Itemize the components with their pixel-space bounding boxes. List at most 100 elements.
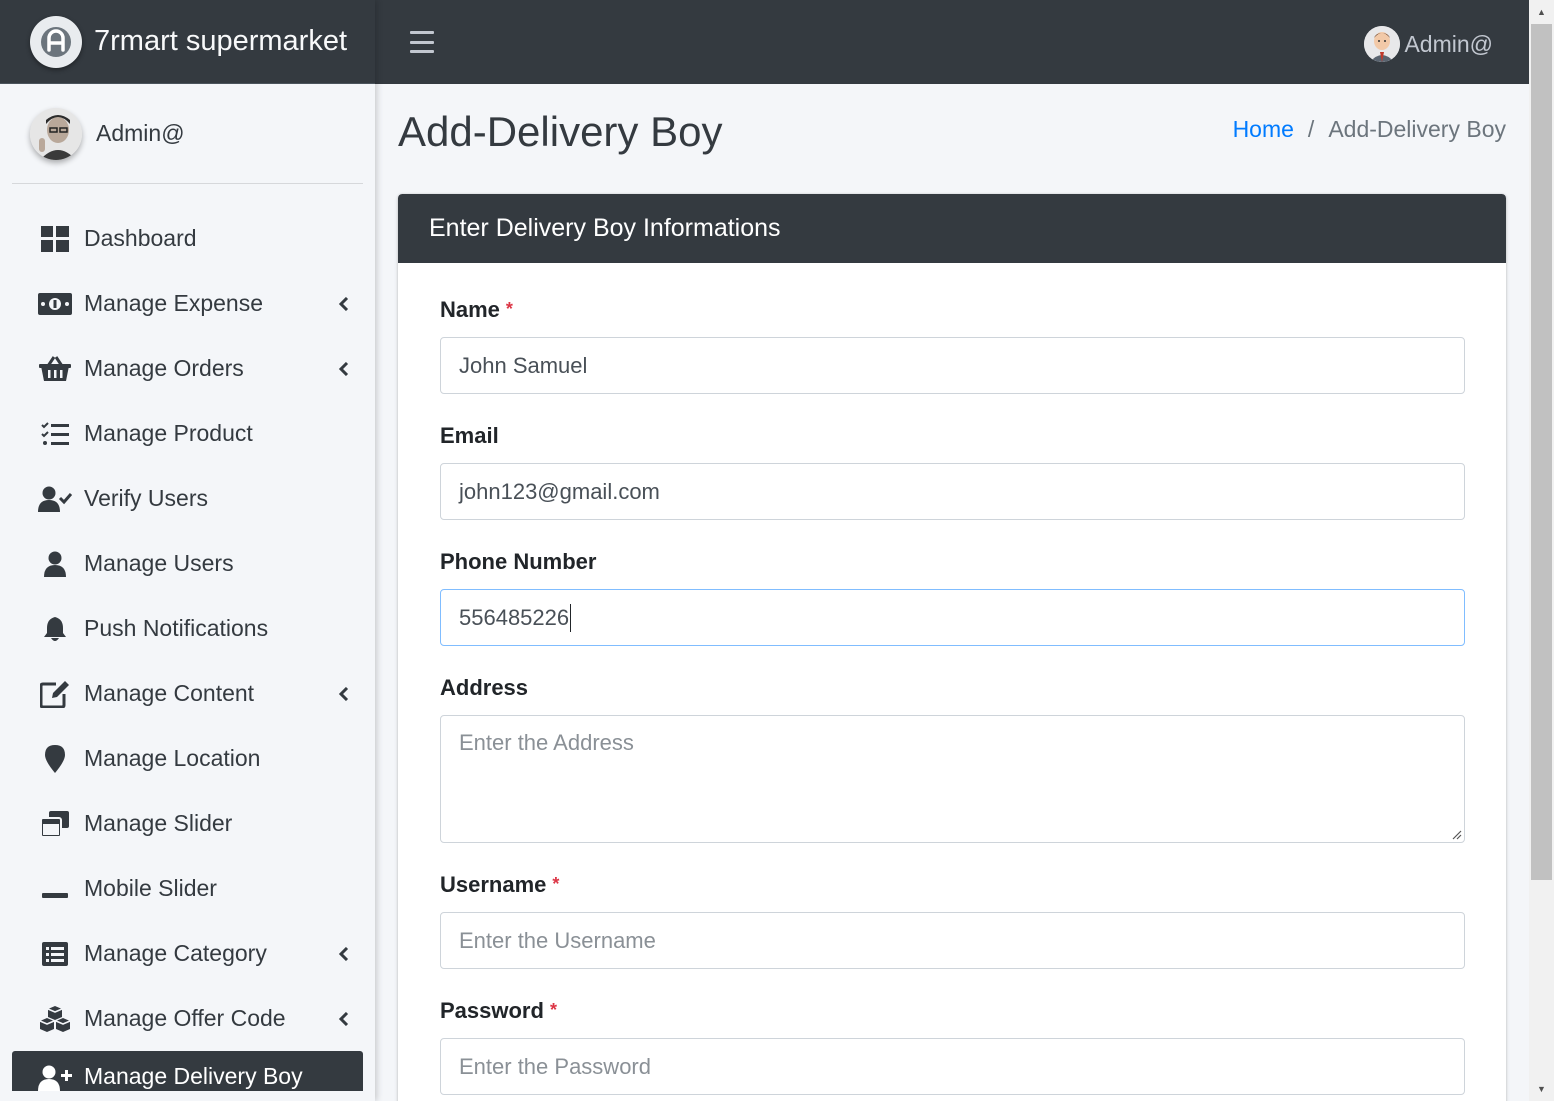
card-title: Enter Delivery Boy Informations	[398, 194, 1506, 263]
sidebar-item-mobile-slider[interactable]: Mobile Slider	[0, 856, 375, 921]
chevron-left-icon	[337, 361, 351, 376]
card-body: Name * John Samuel Email john123@gmail.co…	[398, 297, 1506, 1095]
username-form-group: Username * Enter the Username	[440, 872, 1465, 969]
sidebar-item-verify-users[interactable]: Verify Users	[0, 466, 375, 531]
scroll-up-arrow-icon[interactable]: ▲	[1529, 2, 1554, 22]
sidebar-item-label: Manage Delivery Boy	[84, 1063, 303, 1089]
sidebar-item-label: Manage Product	[84, 420, 253, 446]
user-icon	[38, 549, 72, 579]
cubes-icon	[38, 1004, 72, 1034]
chevron-left-icon	[337, 1011, 351, 1026]
password-input[interactable]: Enter the Password	[440, 1038, 1465, 1095]
email-label: Email	[440, 423, 499, 448]
name-input[interactable]: John Samuel	[440, 337, 1465, 394]
sidebar-nav: Dashboard Manage Expense Manage Orders M…	[0, 206, 375, 1091]
map-marker-icon	[38, 744, 72, 774]
sidebar-user-name: Admin@	[96, 120, 185, 146]
avatar	[1364, 26, 1401, 62]
sidebar-item-label: Manage Content	[84, 680, 255, 706]
password-label-text: Password	[440, 998, 544, 1023]
sidebar-item-label: Verify Users	[84, 485, 208, 511]
edit-icon	[38, 679, 72, 709]
sidebar-item-manage-slider[interactable]: Manage Slider	[0, 791, 375, 856]
sidebar-item-label: Manage Users	[84, 550, 234, 576]
phone-label: Phone Number	[440, 549, 597, 574]
sidebar-item-label: Manage Category	[84, 940, 267, 966]
avatar	[30, 107, 82, 160]
menu-toggle-icon[interactable]	[410, 31, 434, 53]
username-label: Username *	[440, 872, 1465, 898]
address-label: Address	[440, 675, 529, 700]
list-alt-icon	[38, 939, 72, 969]
delivery-boy-form-card: Enter Delivery Boy Informations Name * Jo…	[398, 194, 1506, 1101]
breadcrumb-separator: /	[1307, 116, 1315, 142]
username-input[interactable]: Enter the Username	[440, 912, 1465, 969]
address-form-group: Address Enter the Address	[440, 675, 1465, 843]
brand-logo-icon	[30, 15, 82, 68]
name-label-text: Name	[440, 297, 500, 322]
bell-icon	[38, 614, 72, 644]
sidebar-item-dashboard[interactable]: Dashboard	[0, 206, 375, 271]
tasks-list-icon	[38, 419, 72, 449]
sidebar-item-manage-offer-code[interactable]: Manage Offer Code	[0, 986, 375, 1051]
main-sidebar: 7rmart supermarket Admin@ Dashboard Mana…	[0, 0, 375, 1101]
sidebar-item-manage-users[interactable]: Manage Users	[0, 531, 375, 596]
resize-handle-icon[interactable]	[1450, 828, 1462, 840]
chevron-left-icon	[337, 296, 351, 311]
username-placeholder: Enter the Username	[459, 927, 656, 953]
scroll-down-arrow-icon[interactable]: ▼	[1529, 1079, 1554, 1099]
text-caret	[570, 603, 572, 632]
shopping-basket-icon	[38, 354, 72, 384]
sidebar-item-manage-category[interactable]: Manage Category	[0, 921, 375, 986]
window-restore-icon	[38, 809, 72, 839]
page-scrollbar[interactable]: ▲ ▼	[1529, 0, 1554, 1101]
minus-icon	[38, 874, 72, 904]
address-placeholder: Enter the Address	[459, 730, 634, 755]
sidebar-item-label: Manage Slider	[84, 810, 233, 836]
sidebar-item-label: Manage Orders	[84, 355, 244, 381]
brand-name: 7rmart supermarket	[94, 25, 348, 57]
sidebar-item-manage-location[interactable]: Manage Location	[0, 726, 375, 791]
money-bill-icon	[38, 289, 72, 319]
sidebar-item-label: Manage Offer Code	[84, 1005, 286, 1031]
chevron-left-icon	[337, 686, 351, 701]
sidebar-item-label: Manage Location	[84, 745, 261, 771]
sidebar-item-label: Mobile Slider	[84, 875, 217, 901]
address-textarea[interactable]: Enter the Address	[440, 715, 1465, 843]
breadcrumb-home-link[interactable]: Home	[1233, 116, 1294, 143]
breadcrumb-current: Add-Delivery Boy	[1328, 116, 1506, 142]
chevron-left-icon	[337, 946, 351, 961]
required-mark: *	[549, 1000, 557, 1020]
phone-form-group: Phone Number 556485226	[440, 549, 1465, 646]
sidebar-item-manage-product[interactable]: Manage Product	[0, 401, 375, 466]
sidebar-user-panel[interactable]: Admin@	[12, 84, 363, 184]
sidebar-item-push-notifications[interactable]: Push Notifications	[0, 596, 375, 661]
page-title: Add-Delivery Boy	[398, 108, 723, 155]
phone-input-value: 556485226	[459, 604, 570, 630]
name-input-value: John Samuel	[459, 352, 588, 378]
required-mark: *	[505, 299, 513, 319]
user-plus-icon	[38, 1063, 72, 1093]
top-user-menu[interactable]: Admin@	[1364, 26, 1493, 62]
name-label: Name *	[440, 297, 1465, 323]
email-form-group: Email john123@gmail.com	[440, 423, 1465, 520]
username-label-text: Username	[440, 872, 547, 897]
email-input-value: john123@gmail.com	[459, 478, 660, 504]
dashboard-icon	[38, 224, 72, 254]
breadcrumb: Home / Add-Delivery Boy	[1233, 116, 1506, 143]
sidebar-item-manage-orders[interactable]: Manage Orders	[0, 336, 375, 401]
sidebar-item-label: Push Notifications	[84, 615, 269, 641]
top-user-name: Admin@	[1404, 30, 1493, 57]
email-input[interactable]: john123@gmail.com	[440, 463, 1465, 520]
name-form-group: Name * John Samuel	[440, 297, 1465, 394]
required-mark: *	[552, 874, 560, 894]
top-navbar: Admin@	[375, 0, 1529, 84]
password-placeholder: Enter the Password	[459, 1053, 651, 1079]
sidebar-item-manage-delivery-boy[interactable]: Manage Delivery Boy	[12, 1051, 363, 1091]
sidebar-item-manage-content[interactable]: Manage Content	[0, 661, 375, 726]
brand-link[interactable]: 7rmart supermarket	[0, 0, 375, 84]
user-check-icon	[38, 484, 72, 514]
sidebar-item-manage-expense[interactable]: Manage Expense	[0, 271, 375, 336]
phone-number-input[interactable]: 556485226	[440, 589, 1465, 646]
scrollbar-thumb[interactable]	[1531, 24, 1552, 880]
